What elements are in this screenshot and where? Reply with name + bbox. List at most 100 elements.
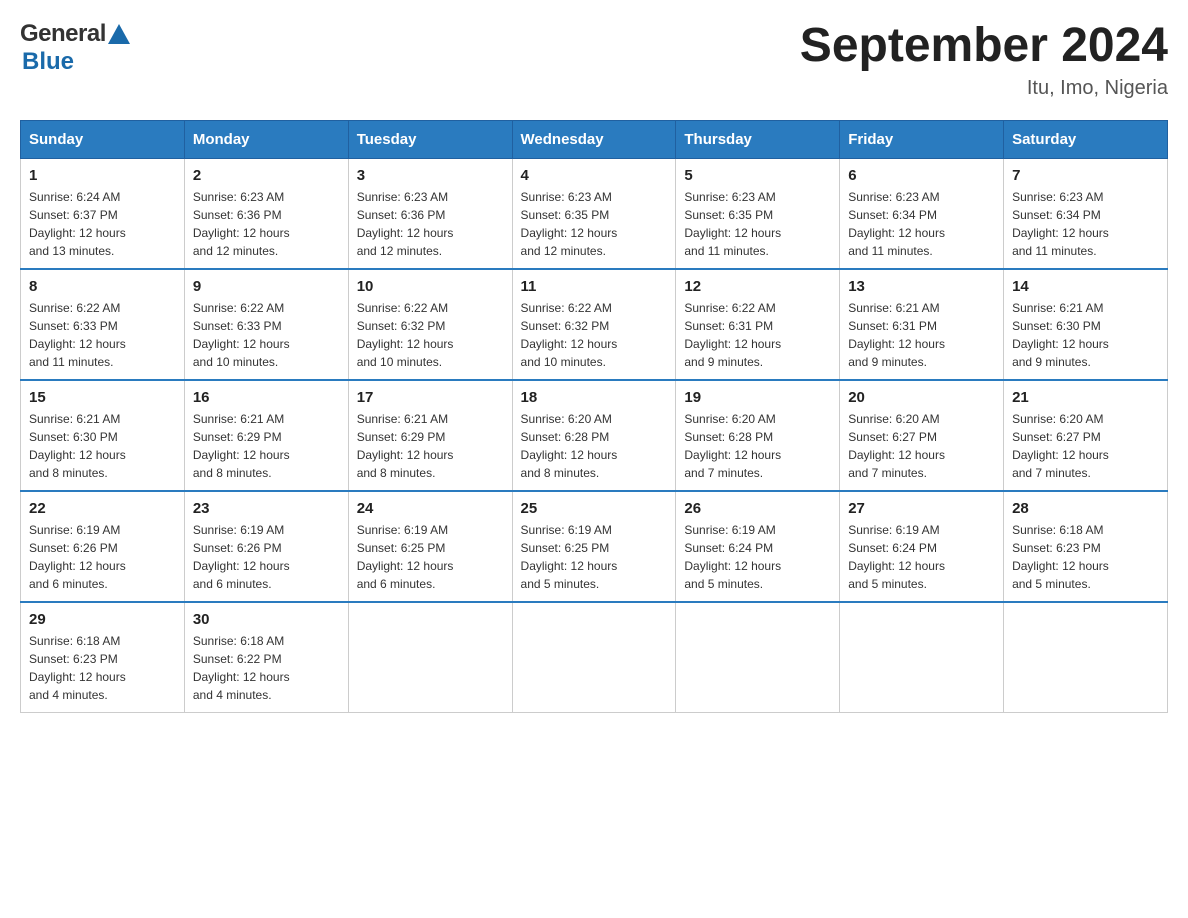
day-info: Sunrise: 6:23 AM Sunset: 6:35 PM Dayligh… [684, 188, 831, 260]
day-number: 24 [357, 500, 504, 517]
day-number: 30 [193, 611, 340, 628]
day-info: Sunrise: 6:20 AM Sunset: 6:27 PM Dayligh… [848, 410, 995, 482]
day-info: Sunrise: 6:22 AM Sunset: 6:31 PM Dayligh… [684, 299, 831, 371]
calendar-cell: 7 Sunrise: 6:23 AM Sunset: 6:34 PM Daylig… [1004, 158, 1168, 269]
day-number: 17 [357, 389, 504, 406]
calendar-cell [840, 602, 1004, 713]
calendar-cell: 27 Sunrise: 6:19 AM Sunset: 6:24 PM Dayli… [840, 491, 1004, 602]
day-number: 16 [193, 389, 340, 406]
day-number: 12 [684, 278, 831, 295]
day-number: 13 [848, 278, 995, 295]
day-number: 6 [848, 167, 995, 184]
calendar-cell [348, 602, 512, 713]
calendar-cell: 29 Sunrise: 6:18 AM Sunset: 6:23 PM Dayli… [21, 602, 185, 713]
column-header-saturday: Saturday [1004, 120, 1168, 158]
day-info: Sunrise: 6:21 AM Sunset: 6:30 PM Dayligh… [1012, 299, 1159, 371]
calendar-cell: 15 Sunrise: 6:21 AM Sunset: 6:30 PM Dayli… [21, 380, 185, 491]
day-number: 8 [29, 278, 176, 295]
calendar-cell: 22 Sunrise: 6:19 AM Sunset: 6:26 PM Dayli… [21, 491, 185, 602]
day-info: Sunrise: 6:23 AM Sunset: 6:34 PM Dayligh… [848, 188, 995, 260]
calendar-week-row: 8 Sunrise: 6:22 AM Sunset: 6:33 PM Daylig… [21, 269, 1168, 380]
day-info: Sunrise: 6:21 AM Sunset: 6:30 PM Dayligh… [29, 410, 176, 482]
day-info: Sunrise: 6:24 AM Sunset: 6:37 PM Dayligh… [29, 188, 176, 260]
column-header-friday: Friday [840, 120, 1004, 158]
calendar-cell: 18 Sunrise: 6:20 AM Sunset: 6:28 PM Dayli… [512, 380, 676, 491]
calendar-week-row: 1Sunrise: 6:24 AM Sunset: 6:37 PM Daylig… [21, 158, 1168, 269]
day-number: 22 [29, 500, 176, 517]
day-info: Sunrise: 6:21 AM Sunset: 6:31 PM Dayligh… [848, 299, 995, 371]
day-number: 27 [848, 500, 995, 517]
calendar-cell: 26 Sunrise: 6:19 AM Sunset: 6:24 PM Dayli… [676, 491, 840, 602]
calendar-cell: 11Sunrise: 6:22 AM Sunset: 6:32 PM Dayli… [512, 269, 676, 380]
day-number: 19 [684, 389, 831, 406]
page-header: General Blue September 2024 Itu, Imo, Ni… [20, 20, 1168, 100]
calendar-cell: 3 Sunrise: 6:23 AM Sunset: 6:36 PM Daylig… [348, 158, 512, 269]
day-number: 29 [29, 611, 176, 628]
day-info: Sunrise: 6:23 AM Sunset: 6:35 PM Dayligh… [521, 188, 668, 260]
day-info: Sunrise: 6:22 AM Sunset: 6:33 PM Dayligh… [193, 299, 340, 371]
calendar-week-row: 15 Sunrise: 6:21 AM Sunset: 6:30 PM Dayli… [21, 380, 1168, 491]
day-number: 25 [521, 500, 668, 517]
calendar-cell: 23Sunrise: 6:19 AM Sunset: 6:26 PM Dayli… [184, 491, 348, 602]
logo: General Blue [20, 20, 130, 76]
calendar-header-row: SundayMondayTuesdayWednesdayThursdayFrid… [21, 120, 1168, 158]
day-number: 11 [521, 278, 668, 295]
day-info: Sunrise: 6:20 AM Sunset: 6:28 PM Dayligh… [521, 410, 668, 482]
day-info: Sunrise: 6:22 AM Sunset: 6:33 PM Dayligh… [29, 299, 176, 371]
calendar-table: SundayMondayTuesdayWednesdayThursdayFrid… [20, 120, 1168, 713]
day-info: Sunrise: 6:19 AM Sunset: 6:26 PM Dayligh… [193, 521, 340, 593]
day-number: 14 [1012, 278, 1159, 295]
calendar-cell: 25 Sunrise: 6:19 AM Sunset: 6:25 PM Dayli… [512, 491, 676, 602]
calendar-cell [676, 602, 840, 713]
logo-triangle-icon [108, 24, 130, 44]
day-info: Sunrise: 6:19 AM Sunset: 6:25 PM Dayligh… [521, 521, 668, 593]
day-info: Sunrise: 6:20 AM Sunset: 6:27 PM Dayligh… [1012, 410, 1159, 482]
day-number: 3 [357, 167, 504, 184]
column-header-wednesday: Wednesday [512, 120, 676, 158]
day-info: Sunrise: 6:23 AM Sunset: 6:34 PM Dayligh… [1012, 188, 1159, 260]
day-number: 15 [29, 389, 176, 406]
calendar-cell: 4Sunrise: 6:23 AM Sunset: 6:35 PM Daylig… [512, 158, 676, 269]
day-info: Sunrise: 6:19 AM Sunset: 6:24 PM Dayligh… [684, 521, 831, 593]
day-info: Sunrise: 6:23 AM Sunset: 6:36 PM Dayligh… [193, 188, 340, 260]
calendar-cell: 6 Sunrise: 6:23 AM Sunset: 6:34 PM Daylig… [840, 158, 1004, 269]
day-number: 2 [193, 167, 340, 184]
day-number: 7 [1012, 167, 1159, 184]
calendar-cell: 9Sunrise: 6:22 AM Sunset: 6:33 PM Daylig… [184, 269, 348, 380]
calendar-week-row: 22 Sunrise: 6:19 AM Sunset: 6:26 PM Dayli… [21, 491, 1168, 602]
day-number: 21 [1012, 389, 1159, 406]
calendar-cell: 17 Sunrise: 6:21 AM Sunset: 6:29 PM Dayli… [348, 380, 512, 491]
logo-blue-text: Blue [22, 48, 74, 75]
day-number: 26 [684, 500, 831, 517]
calendar-cell: 5 Sunrise: 6:23 AM Sunset: 6:35 PM Daylig… [676, 158, 840, 269]
day-info: Sunrise: 6:18 AM Sunset: 6:22 PM Dayligh… [193, 632, 340, 704]
logo-general-text: General [20, 20, 106, 48]
day-info: Sunrise: 6:19 AM Sunset: 6:26 PM Dayligh… [29, 521, 176, 593]
column-header-sunday: Sunday [21, 120, 185, 158]
day-number: 5 [684, 167, 831, 184]
calendar-cell: 10 Sunrise: 6:22 AM Sunset: 6:32 PM Dayli… [348, 269, 512, 380]
calendar-week-row: 29 Sunrise: 6:18 AM Sunset: 6:23 PM Dayli… [21, 602, 1168, 713]
day-number: 18 [521, 389, 668, 406]
calendar-cell: 21 Sunrise: 6:20 AM Sunset: 6:27 PM Dayli… [1004, 380, 1168, 491]
day-info: Sunrise: 6:18 AM Sunset: 6:23 PM Dayligh… [1012, 521, 1159, 593]
calendar-cell: 12 Sunrise: 6:22 AM Sunset: 6:31 PM Dayli… [676, 269, 840, 380]
calendar-cell: 19Sunrise: 6:20 AM Sunset: 6:28 PM Dayli… [676, 380, 840, 491]
day-info: Sunrise: 6:21 AM Sunset: 6:29 PM Dayligh… [193, 410, 340, 482]
day-info: Sunrise: 6:22 AM Sunset: 6:32 PM Dayligh… [357, 299, 504, 371]
calendar-cell: 13 Sunrise: 6:21 AM Sunset: 6:31 PM Dayli… [840, 269, 1004, 380]
day-number: 10 [357, 278, 504, 295]
calendar-subtitle: Itu, Imo, Nigeria [800, 77, 1168, 100]
title-block: September 2024 Itu, Imo, Nigeria [800, 20, 1168, 100]
day-info: Sunrise: 6:19 AM Sunset: 6:24 PM Dayligh… [848, 521, 995, 593]
calendar-cell [1004, 602, 1168, 713]
day-info: Sunrise: 6:18 AM Sunset: 6:23 PM Dayligh… [29, 632, 176, 704]
calendar-cell: 30 Sunrise: 6:18 AM Sunset: 6:22 PM Dayli… [184, 602, 348, 713]
calendar-cell: 24Sunrise: 6:19 AM Sunset: 6:25 PM Dayli… [348, 491, 512, 602]
day-info: Sunrise: 6:21 AM Sunset: 6:29 PM Dayligh… [357, 410, 504, 482]
column-header-monday: Monday [184, 120, 348, 158]
calendar-cell [512, 602, 676, 713]
calendar-cell: 1Sunrise: 6:24 AM Sunset: 6:37 PM Daylig… [21, 158, 185, 269]
calendar-cell: 8 Sunrise: 6:22 AM Sunset: 6:33 PM Daylig… [21, 269, 185, 380]
day-info: Sunrise: 6:23 AM Sunset: 6:36 PM Dayligh… [357, 188, 504, 260]
